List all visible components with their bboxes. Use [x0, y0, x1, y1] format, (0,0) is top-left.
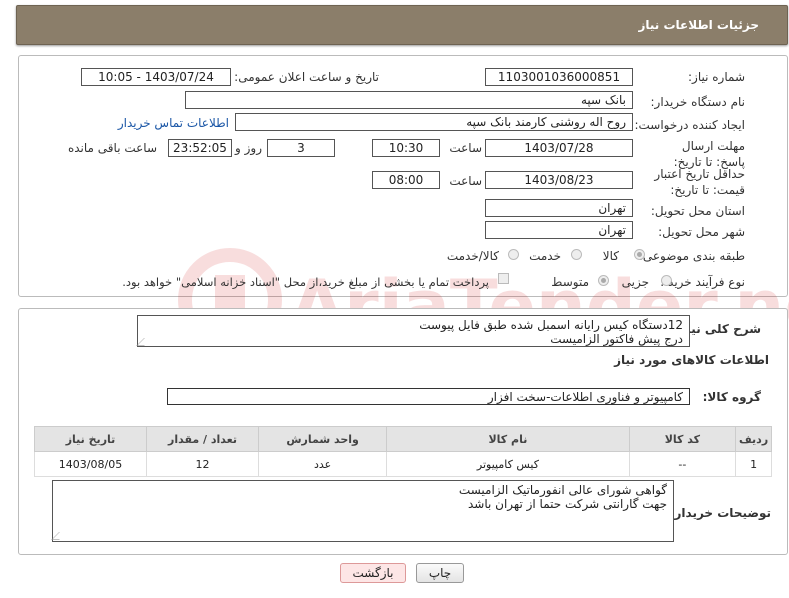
- buyer-org-field: بانک سپه: [185, 91, 633, 109]
- goods-group-label: گروه کالا:: [702, 390, 761, 404]
- buyer-contact-link[interactable]: اطلاعات تماس خریدار: [118, 116, 229, 130]
- category-option-goods: کالا: [602, 249, 619, 263]
- print-button[interactable]: چاپ: [416, 563, 464, 583]
- buyer-notes-textarea[interactable]: گواهی شورای عالی انفورماتیک الزامیست جهت…: [52, 480, 674, 542]
- validity-time-field: 08:00: [372, 171, 440, 189]
- announce-label: تاریخ و ساعت اعلان عمومی:: [234, 70, 379, 84]
- cell-name: کیس کامپیوتر: [386, 451, 630, 477]
- cell-unit: عدد: [257, 451, 388, 477]
- validity-label: حداقل تاریخ اعتبار قیمت: تا تاریخ:: [654, 167, 745, 197]
- validity-date-field: 1403/08/23: [485, 171, 633, 189]
- col-row: ردیف: [735, 426, 772, 452]
- announce-field: 1403/07/24 - 10:05: [81, 68, 231, 86]
- col-unit: واحد شمارش: [257, 426, 388, 452]
- validity-time-label: ساعت: [449, 174, 482, 188]
- description-textarea[interactable]: 12دستگاه کیس رایانه اسمبل شده طبق فایل پ…: [137, 315, 690, 347]
- back-button[interactable]: بازگشت: [340, 563, 406, 583]
- cell-date: 1403/08/05: [33, 451, 148, 477]
- remaining-time-field: 23:52:05: [168, 139, 232, 157]
- cell-row: 1: [735, 451, 772, 477]
- purchase-type-label: نوع فرآیند خرید :: [660, 275, 745, 289]
- remaining-label: ساعت باقی مانده: [67, 141, 157, 155]
- category-option-service: خدمت: [529, 249, 561, 263]
- col-code: کد کالا: [628, 426, 737, 452]
- deadline-date-field: 1403/07/28: [485, 139, 633, 157]
- category-option-both: کالا/خدمت: [446, 249, 499, 263]
- purchase-option-minor: جزیی: [621, 275, 649, 289]
- city-field: تهران: [485, 221, 633, 239]
- purchase-radio-medium[interactable]: [598, 275, 609, 286]
- page-header: جزئیات اطلاعات نیاز: [16, 5, 788, 45]
- city-label: شهر محل تحویل:: [658, 225, 745, 239]
- cell-qty: 12: [146, 451, 259, 477]
- purchase-option-medium: متوسط: [551, 275, 589, 289]
- goods-table: ردیف کد کالا نام کالا واحد شمارش تعداد /…: [33, 426, 772, 477]
- province-label: استان محل تحویل:: [650, 204, 745, 218]
- cell-code: --: [628, 451, 737, 477]
- goods-info-title: اطلاعات کالاهای مورد نیاز: [614, 353, 769, 367]
- buyer-org-label: نام دستگاه خریدار:: [650, 95, 746, 109]
- treasury-checkbox[interactable]: [498, 273, 509, 284]
- deadline-time-label: ساعت: [449, 141, 482, 155]
- need-number-field: 1103001036000851: [485, 68, 633, 86]
- requester-label: ایجاد کننده درخواست:: [634, 118, 745, 132]
- col-name: نام کالا: [386, 426, 630, 452]
- requester-field: روح اله روشنی کارمند بانک سپه: [235, 113, 633, 131]
- category-label: طبقه بندی موضوعی:: [638, 249, 745, 263]
- table-row: 1 -- کیس کامپیوتر عدد 12 1403/08/05: [33, 451, 772, 477]
- category-radio-both[interactable]: [508, 249, 519, 260]
- need-number-label: شماره نیاز:: [688, 70, 745, 84]
- page-title: جزئیات اطلاعات نیاز: [638, 18, 759, 32]
- province-field: تهران: [485, 199, 633, 217]
- deadline-time-field: 10:30: [372, 139, 440, 157]
- treasury-note: پرداخت تمام یا بخشی از مبلغ خرید،از محل …: [122, 275, 489, 289]
- category-radio-service[interactable]: [571, 249, 582, 260]
- days-label: روز و: [235, 141, 262, 155]
- purchase-radio-minor[interactable]: [661, 275, 672, 286]
- buyer-notes-label: توضیحات خریدار:: [669, 506, 771, 520]
- days-field: 3: [267, 139, 335, 157]
- goods-group-field: کامپیوتر و فناوری اطلاعات-سخت افزار: [167, 388, 690, 405]
- table-header-row: ردیف کد کالا نام کالا واحد شمارش تعداد /…: [33, 426, 772, 452]
- category-radio-goods[interactable]: [634, 249, 645, 260]
- col-date: تاریخ نیاز: [33, 426, 148, 452]
- col-qty: تعداد / مقدار: [146, 426, 259, 452]
